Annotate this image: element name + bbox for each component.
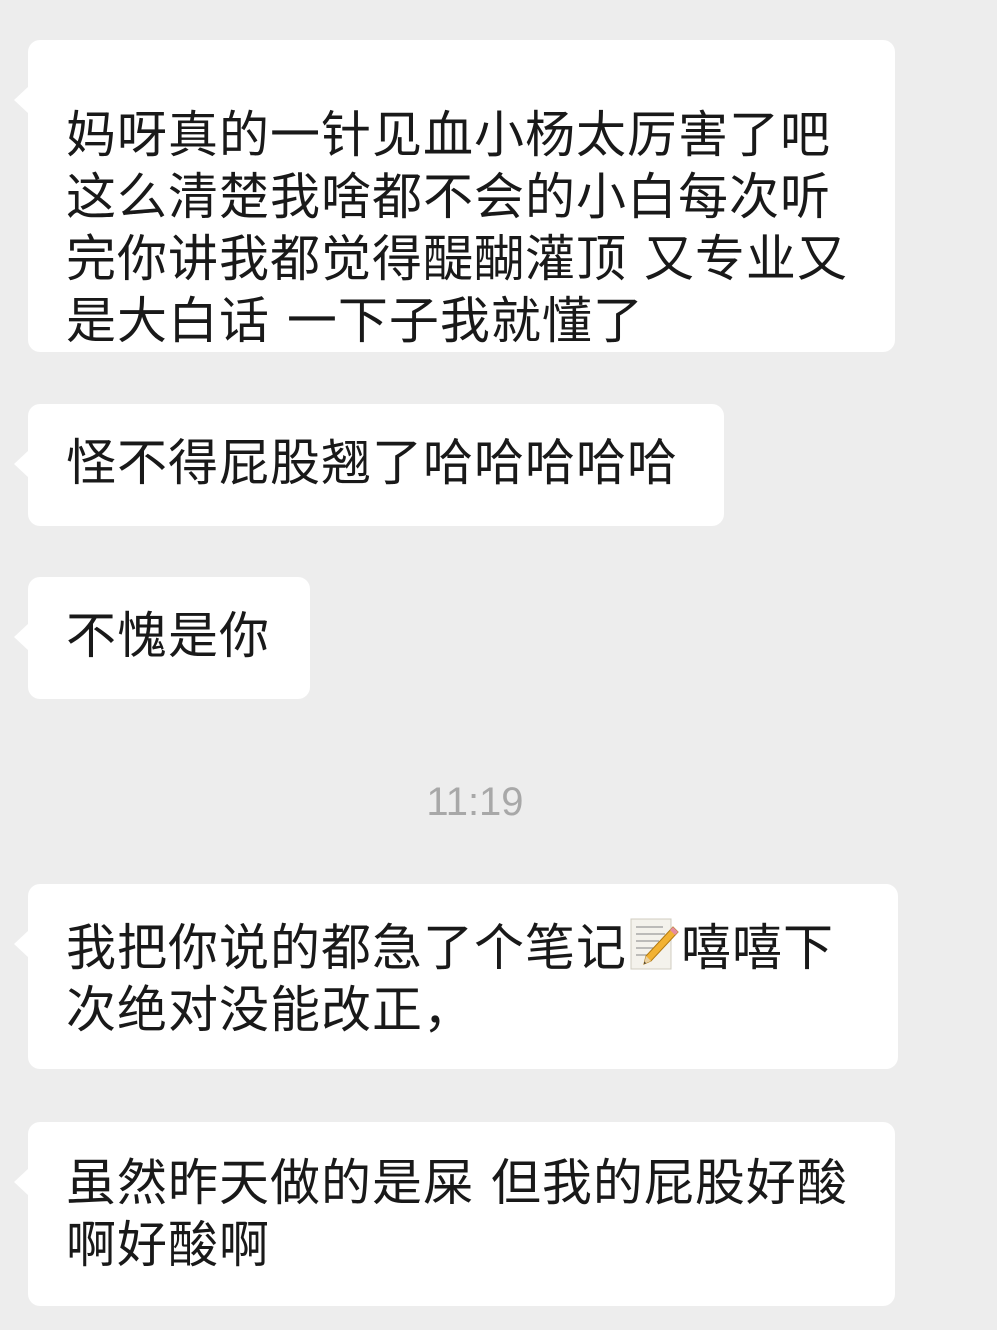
message-text: 怪不得屁股翘了哈哈哈哈哈 <box>66 434 678 492</box>
message-bubble[interactable]: 怪不得屁股翘了哈哈哈哈哈 <box>14 404 724 526</box>
message-bubble[interactable]: 不愧是你 <box>14 577 310 699</box>
message-text: 我把你说的都急了个笔记 嘻嘻下 次绝对没能改正， <box>66 915 860 1041</box>
message-text: 妈呀真的一针见血小杨太厉害了吧 这么清楚我啥都不会的小白每次听 完你讲我都觉得醍… <box>66 106 848 350</box>
message-text: 不愧是你 <box>66 607 270 665</box>
message-bubble[interactable]: 我把你说的都急了个笔记 嘻嘻下 次绝对没能改正， <box>14 884 898 1069</box>
message-bubble[interactable]: 妈呀真的一针见血小杨太厉害了吧 这么清楚我啥都不会的小白每次听 完你讲我都觉得醍… <box>14 40 895 352</box>
memo-pencil-emoji-icon <box>630 918 679 970</box>
message-timestamp: 11:19 <box>426 780 524 824</box>
message-text: 虽然昨天做的是屎 但我的屁股好酸 啊好酸啊 <box>66 1154 848 1274</box>
message-bubble[interactable]: 虽然昨天做的是屎 但我的屁股好酸 啊好酸啊 <box>14 1122 895 1306</box>
message-text-part: 我把你说的都急了个笔记 <box>66 919 627 977</box>
